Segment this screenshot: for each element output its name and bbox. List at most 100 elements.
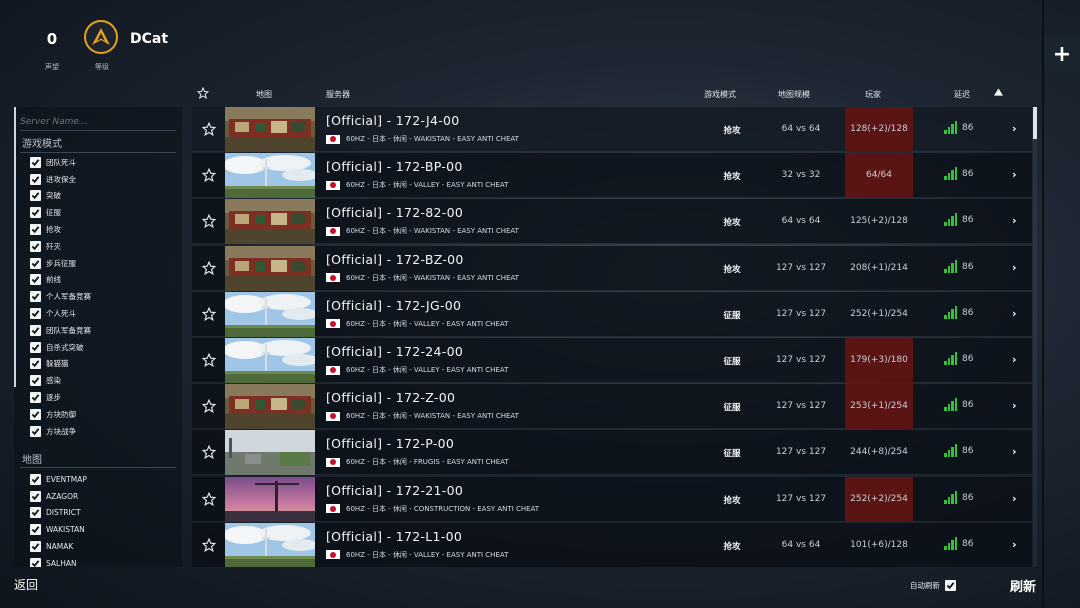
column-header-players[interactable]: 玩家 — [865, 89, 881, 100]
filter-item[interactable]: 团队军备竞赛 — [30, 322, 91, 339]
server-row[interactable]: [Official] - 172-JG-00 60HZ - 日本 - 休闲 - V… — [192, 291, 1032, 337]
filter-checkbox[interactable] — [30, 156, 41, 168]
filter-item[interactable]: SALHAN — [30, 555, 87, 567]
filter-item[interactable]: 团队死斗 — [30, 154, 91, 171]
back-button[interactable]: 返回 — [14, 576, 38, 593]
filter-item[interactable]: 歼灭 — [30, 238, 91, 255]
filter-item[interactable]: 躲猫猫 — [30, 356, 91, 373]
filter-item[interactable]: WAKISTAN — [30, 521, 87, 538]
filter-checkbox[interactable] — [30, 291, 41, 303]
server-list-scroll-thumb[interactable] — [1033, 107, 1037, 139]
favorite-star-icon[interactable] — [201, 537, 217, 552]
server-name-search-input[interactable] — [20, 113, 176, 131]
filter-item[interactable]: DISTRICT — [30, 505, 87, 522]
filter-checkbox[interactable] — [30, 240, 41, 252]
filter-item[interactable]: 感染 — [30, 372, 91, 389]
filter-item[interactable]: 进攻保全 — [30, 171, 91, 188]
filter-label: WAKISTAN — [46, 525, 85, 535]
sort-ascending-triangle-up-icon[interactable] — [994, 88, 1003, 98]
server-region: 日本 — [371, 550, 386, 559]
server-row[interactable]: [Official] - 172-21-00 60HZ - 日本 - 休闲 - C… — [192, 476, 1032, 522]
filter-item[interactable]: 前线 — [30, 272, 91, 289]
server-row[interactable]: [Official] - 172-BP-00 60HZ - 日本 - 休闲 - V… — [192, 153, 1032, 199]
filter-checkbox[interactable] — [30, 507, 41, 519]
filter-checkbox[interactable] — [30, 557, 41, 567]
refresh-button[interactable]: 刷新 — [1010, 576, 1036, 595]
favorite-column-star-icon[interactable] — [196, 86, 210, 101]
filter-checkbox[interactable] — [30, 425, 41, 437]
filter-checkbox[interactable] — [30, 308, 41, 320]
filter-item[interactable]: 自杀式突破 — [30, 339, 91, 356]
column-header-server[interactable]: 服务器 — [326, 89, 350, 100]
filter-item[interactable]: 突破 — [30, 188, 91, 205]
filter-item[interactable]: EVENTMAP — [30, 471, 87, 488]
filter-checkbox[interactable] — [30, 341, 41, 353]
chevron-right-icon[interactable]: › — [1012, 214, 1017, 227]
chevron-right-icon[interactable]: › — [1012, 492, 1017, 505]
favorite-star-icon[interactable] — [201, 167, 217, 183]
filter-checkbox[interactable] — [30, 207, 41, 219]
favorite-star-icon[interactable] — [201, 491, 217, 506]
chevron-right-icon[interactable]: › — [1012, 261, 1017, 274]
filter-checkbox[interactable] — [30, 524, 41, 536]
column-header-ping[interactable]: 延迟 — [954, 89, 970, 100]
filter-checkbox[interactable] — [30, 358, 41, 370]
filter-item[interactable]: AZAGOR — [30, 488, 87, 505]
chevron-right-icon[interactable]: › — [1012, 168, 1017, 181]
chevron-right-icon[interactable]: › — [1012, 307, 1017, 320]
filter-checkbox[interactable] — [30, 173, 41, 185]
server-list-scroll-track[interactable] — [1033, 107, 1037, 567]
filter-checkbox[interactable] — [30, 224, 41, 236]
filter-item[interactable]: 逐步 — [30, 389, 91, 406]
checkmark-icon — [31, 343, 40, 351]
auto-refresh-toggle[interactable]: 自动刷新 — [910, 580, 956, 591]
filter-checkbox[interactable] — [30, 375, 41, 387]
server-row[interactable]: [Official] - 172-82-00 60HZ - 日本 - 休闲 - W… — [192, 199, 1032, 245]
filter-checkbox[interactable] — [30, 392, 41, 404]
favorite-star-icon[interactable] — [201, 352, 217, 368]
sidebar-scrollbar[interactable] — [14, 107, 16, 387]
filter-item[interactable]: 步兵征服 — [30, 255, 91, 272]
favorite-star-icon[interactable] — [201, 398, 217, 414]
auto-refresh-checkbox[interactable] — [945, 580, 956, 591]
filter-item[interactable]: 个人军备竞赛 — [30, 288, 91, 305]
signal-bars-icon — [944, 444, 957, 458]
server-row[interactable]: [Official] - 172-Z-00 60HZ - 日本 - 休闲 - WA… — [192, 384, 1032, 430]
filter-checkbox[interactable] — [30, 190, 41, 202]
filter-checkbox[interactable] — [30, 408, 41, 420]
add-server-button[interactable]: + — [1044, 36, 1080, 72]
filter-checkbox[interactable] — [30, 324, 41, 336]
filter-label: 方块战争 — [46, 426, 76, 436]
filter-item[interactable]: 方块战争 — [30, 423, 91, 440]
filter-checkbox[interactable] — [30, 274, 41, 286]
map-size: 64 vs 64 — [781, 124, 821, 134]
favorite-star-icon[interactable] — [201, 121, 217, 137]
filter-checkbox[interactable] — [30, 541, 41, 553]
filter-item[interactable]: NAMAK — [30, 538, 87, 555]
chevron-right-icon[interactable]: › — [1012, 538, 1017, 551]
chevron-right-icon[interactable]: › — [1012, 445, 1017, 458]
chevron-right-icon[interactable]: › — [1012, 122, 1017, 135]
server-row[interactable]: [Official] - 172-P-00 60HZ - 日本 - 休闲 - FR… — [192, 430, 1032, 476]
favorite-star-icon[interactable] — [201, 260, 217, 275]
favorite-star-icon[interactable] — [201, 444, 217, 460]
server-tickrate: 60HZ — [346, 227, 365, 236]
favorite-star-icon[interactable] — [201, 306, 217, 321]
server-row[interactable]: [Official] - 172-24-00 60HZ - 日本 - 休闲 - V… — [192, 338, 1032, 383]
server-row[interactable]: [Official] - 172-L1-00 60HZ - 日本 - 休闲 - V… — [192, 522, 1032, 567]
server-row[interactable]: [Official] - 172-J4-00 60HZ - 日本 - 休闲 - W… — [192, 107, 1032, 152]
column-header-size[interactable]: 地图规模 — [778, 89, 810, 100]
column-header-mode[interactable]: 游戏模式 — [704, 89, 736, 100]
filter-item[interactable]: 征服 — [30, 204, 91, 221]
filter-item[interactable]: 个人死斗 — [30, 305, 91, 322]
column-header-map[interactable]: 地图 — [256, 89, 272, 100]
favorite-star-icon[interactable] — [201, 213, 217, 229]
filter-checkbox[interactable] — [30, 257, 41, 269]
filter-checkbox[interactable] — [30, 473, 41, 485]
chevron-right-icon[interactable]: › — [1012, 399, 1017, 412]
filter-item[interactable]: 方块防御 — [30, 406, 91, 423]
chevron-right-icon[interactable]: › — [1012, 353, 1017, 366]
filter-item[interactable]: 抢攻 — [30, 221, 91, 238]
server-row[interactable]: [Official] - 172-BZ-00 60HZ - 日本 - 休闲 - W… — [192, 245, 1032, 291]
filter-checkbox[interactable] — [30, 490, 41, 502]
